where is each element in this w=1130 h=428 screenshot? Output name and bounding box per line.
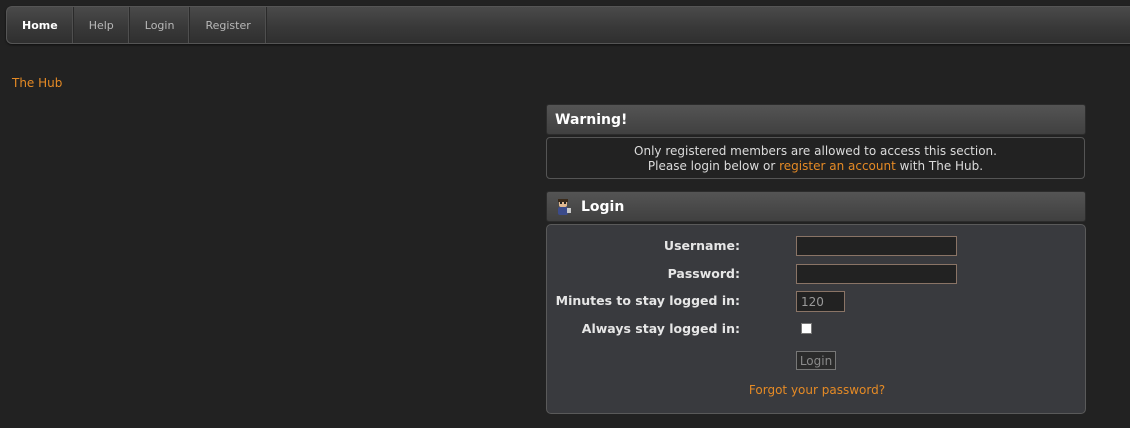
user-icon [558, 198, 571, 215]
warning-line-2-suffix: with The Hub. [895, 159, 984, 173]
top-navbar: Home Help Login Register [6, 6, 1130, 44]
minutes-field[interactable] [796, 291, 845, 312]
warning-message: Only registered members are allowed to a… [546, 137, 1085, 179]
warning-line-2-prefix: Please login below or [647, 159, 780, 173]
warning-header: Warning! [546, 104, 1086, 135]
always-stay-checkbox[interactable] [801, 323, 812, 334]
site-name-link[interactable]: The Hub [12, 76, 62, 90]
login-button[interactable]: Login [796, 351, 836, 370]
register-account-link[interactable]: register an account [779, 159, 896, 173]
warning-line-2: Please login below or register an accoun… [547, 159, 1084, 174]
username-field[interactable] [796, 236, 957, 256]
login-form: Username: Password: Minutes to stay logg… [546, 224, 1086, 414]
nav-help[interactable]: Help [74, 7, 130, 43]
password-field[interactable] [796, 264, 957, 284]
nav-home[interactable]: Home [7, 7, 74, 43]
password-label: Password: [667, 266, 740, 281]
username-label: Username: [663, 238, 740, 253]
forgot-password-link[interactable]: Forgot your password? [547, 383, 1087, 397]
login-header: Login [546, 191, 1086, 222]
minutes-label: Minutes to stay logged in: [555, 293, 740, 308]
nav-register[interactable]: Register [190, 7, 267, 43]
warning-title: Warning! [555, 111, 628, 128]
login-title: Login [581, 198, 625, 215]
always-stay-label: Always stay logged in: [581, 321, 740, 336]
warning-line-1: Only registered members are allowed to a… [634, 144, 997, 158]
nav-login[interactable]: Login [130, 7, 191, 43]
